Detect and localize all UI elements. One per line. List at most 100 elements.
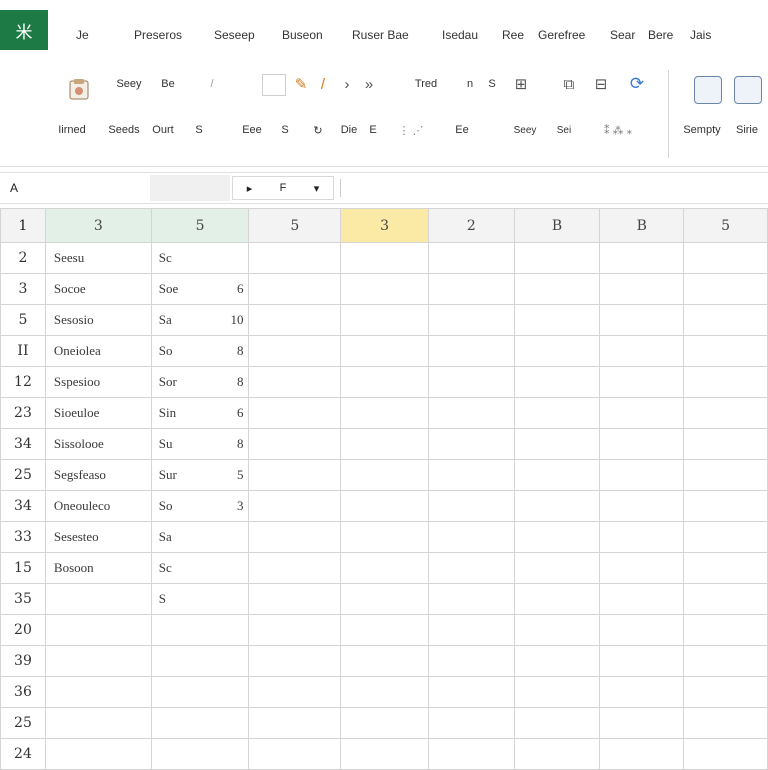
- empty-cell[interactable]: [683, 242, 768, 274]
- empty-cell[interactable]: [427, 490, 515, 522]
- empty-cell[interactable]: [513, 738, 601, 770]
- ribbon-style-label[interactable]: Seey: [112, 76, 146, 92]
- empty-cell[interactable]: [683, 645, 768, 677]
- empty-cell[interactable]: [683, 459, 768, 491]
- cell-a[interactable]: Seesu: [44, 242, 152, 274]
- cell-a[interactable]: [44, 583, 152, 615]
- empty-cell[interactable]: [427, 738, 515, 770]
- cell-b[interactable]: Sa 10: [150, 304, 250, 336]
- empty-cell[interactable]: [340, 490, 429, 522]
- empty-cell[interactable]: [248, 366, 342, 398]
- delete-cells-icon[interactable]: [734, 76, 762, 104]
- cell-b[interactable]: [150, 645, 250, 677]
- empty-cell[interactable]: [513, 397, 601, 429]
- cell-a[interactable]: [44, 645, 152, 677]
- ribbon-font-label[interactable]: Be: [158, 76, 178, 92]
- ribbon-indent-icon[interactable]: ⋮ ⋰: [396, 122, 426, 138]
- conditional-format-icon[interactable]: ⧉: [558, 72, 580, 96]
- empty-cell[interactable]: [427, 676, 515, 708]
- empty-cell[interactable]: [427, 583, 515, 615]
- empty-cell[interactable]: [340, 335, 429, 367]
- empty-cell[interactable]: [248, 273, 342, 305]
- empty-cell[interactable]: [599, 676, 685, 708]
- empty-cell[interactable]: [340, 459, 429, 491]
- cell-b[interactable]: S: [150, 583, 250, 615]
- select-all-corner[interactable]: 1: [0, 208, 46, 243]
- empty-cell[interactable]: [683, 583, 768, 615]
- empty-cell[interactable]: [427, 335, 515, 367]
- paste-icon[interactable]: [64, 76, 94, 102]
- row-header[interactable]: 5: [0, 304, 46, 336]
- empty-cell[interactable]: [599, 428, 685, 460]
- empty-cell[interactable]: [513, 552, 601, 584]
- cell-a[interactable]: Sioeuloe: [44, 397, 152, 429]
- empty-cell[interactable]: [513, 335, 601, 367]
- cell-a[interactable]: Sesesteo: [44, 521, 152, 553]
- column-header[interactable]: B: [513, 208, 601, 243]
- row-header[interactable]: 23: [0, 397, 46, 429]
- app-logo[interactable]: 米: [0, 10, 48, 50]
- empty-cell[interactable]: [513, 366, 601, 398]
- empty-cell[interactable]: [683, 521, 768, 553]
- cell-b[interactable]: Soe 6: [150, 273, 250, 305]
- empty-cell[interactable]: [427, 428, 515, 460]
- row-header[interactable]: 24: [0, 738, 46, 770]
- empty-cell[interactable]: [427, 645, 515, 677]
- empty-cell[interactable]: [599, 273, 685, 305]
- row-header[interactable]: 12: [0, 366, 46, 398]
- empty-cell[interactable]: [513, 614, 601, 646]
- ribbon-font-color-icon[interactable]: ↻: [306, 122, 330, 138]
- menu-item[interactable]: Isedau: [442, 28, 478, 42]
- empty-cell[interactable]: [427, 521, 515, 553]
- merge-label[interactable]: n: [462, 76, 478, 92]
- empty-cell[interactable]: [248, 707, 342, 739]
- row-header[interactable]: II: [0, 335, 46, 367]
- empty-cell[interactable]: [683, 738, 768, 770]
- empty-cell[interactable]: [340, 428, 429, 460]
- empty-cell[interactable]: [340, 242, 429, 274]
- italic-icon[interactable]: /: [192, 76, 232, 92]
- menu-item[interactable]: Bere: [648, 28, 673, 42]
- column-header[interactable]: 2: [427, 208, 515, 243]
- empty-cell[interactable]: [599, 304, 685, 336]
- menu-item[interactable]: Je: [76, 28, 89, 42]
- empty-cell[interactable]: [340, 645, 429, 677]
- ribbon-sirie-label[interactable]: Sirie: [730, 122, 764, 138]
- empty-cell[interactable]: [248, 397, 342, 429]
- menu-item[interactable]: Ruser Bae: [352, 28, 409, 42]
- cell-a[interactable]: Oneiolea: [44, 335, 152, 367]
- row-header[interactable]: 3: [0, 273, 46, 305]
- cell-b[interactable]: [150, 738, 250, 770]
- empty-cell[interactable]: [599, 459, 685, 491]
- empty-cell[interactable]: [248, 645, 342, 677]
- menu-item[interactable]: Gerefree: [538, 28, 585, 42]
- cell-a[interactable]: Sesosio: [44, 304, 152, 336]
- empty-cell[interactable]: [340, 738, 429, 770]
- cell-a[interactable]: [44, 676, 152, 708]
- cell-a[interactable]: [44, 707, 152, 739]
- cell-b[interactable]: [150, 707, 250, 739]
- empty-cell[interactable]: [248, 521, 342, 553]
- cell-a[interactable]: [44, 614, 152, 646]
- empty-cell[interactable]: [513, 304, 601, 336]
- insert-cells-icon[interactable]: [694, 76, 722, 104]
- cell-a[interactable]: Socoe: [44, 273, 152, 305]
- ribbon-seeds-label[interactable]: Seeds: [106, 122, 142, 138]
- ribbon-s-label[interactable]: S: [186, 122, 212, 138]
- empty-cell[interactable]: [248, 335, 342, 367]
- empty-cell[interactable]: [513, 645, 601, 677]
- row-header[interactable]: 35: [0, 583, 46, 615]
- cell-b[interactable]: Sc: [150, 552, 250, 584]
- row-header[interactable]: 33: [0, 521, 46, 553]
- empty-cell[interactable]: [248, 459, 342, 491]
- cell-b[interactable]: [150, 676, 250, 708]
- column-header[interactable]: 3: [44, 208, 152, 243]
- empty-cell[interactable]: [340, 552, 429, 584]
- ribbon-e-label[interactable]: E: [366, 122, 380, 138]
- empty-cell[interactable]: [599, 583, 685, 615]
- row-header[interactable]: 34: [0, 490, 46, 522]
- empty-cell[interactable]: [248, 428, 342, 460]
- empty-cell[interactable]: [427, 397, 515, 429]
- cell-a[interactable]: Bosoon: [44, 552, 152, 584]
- menu-item[interactable]: Preseros: [134, 28, 182, 42]
